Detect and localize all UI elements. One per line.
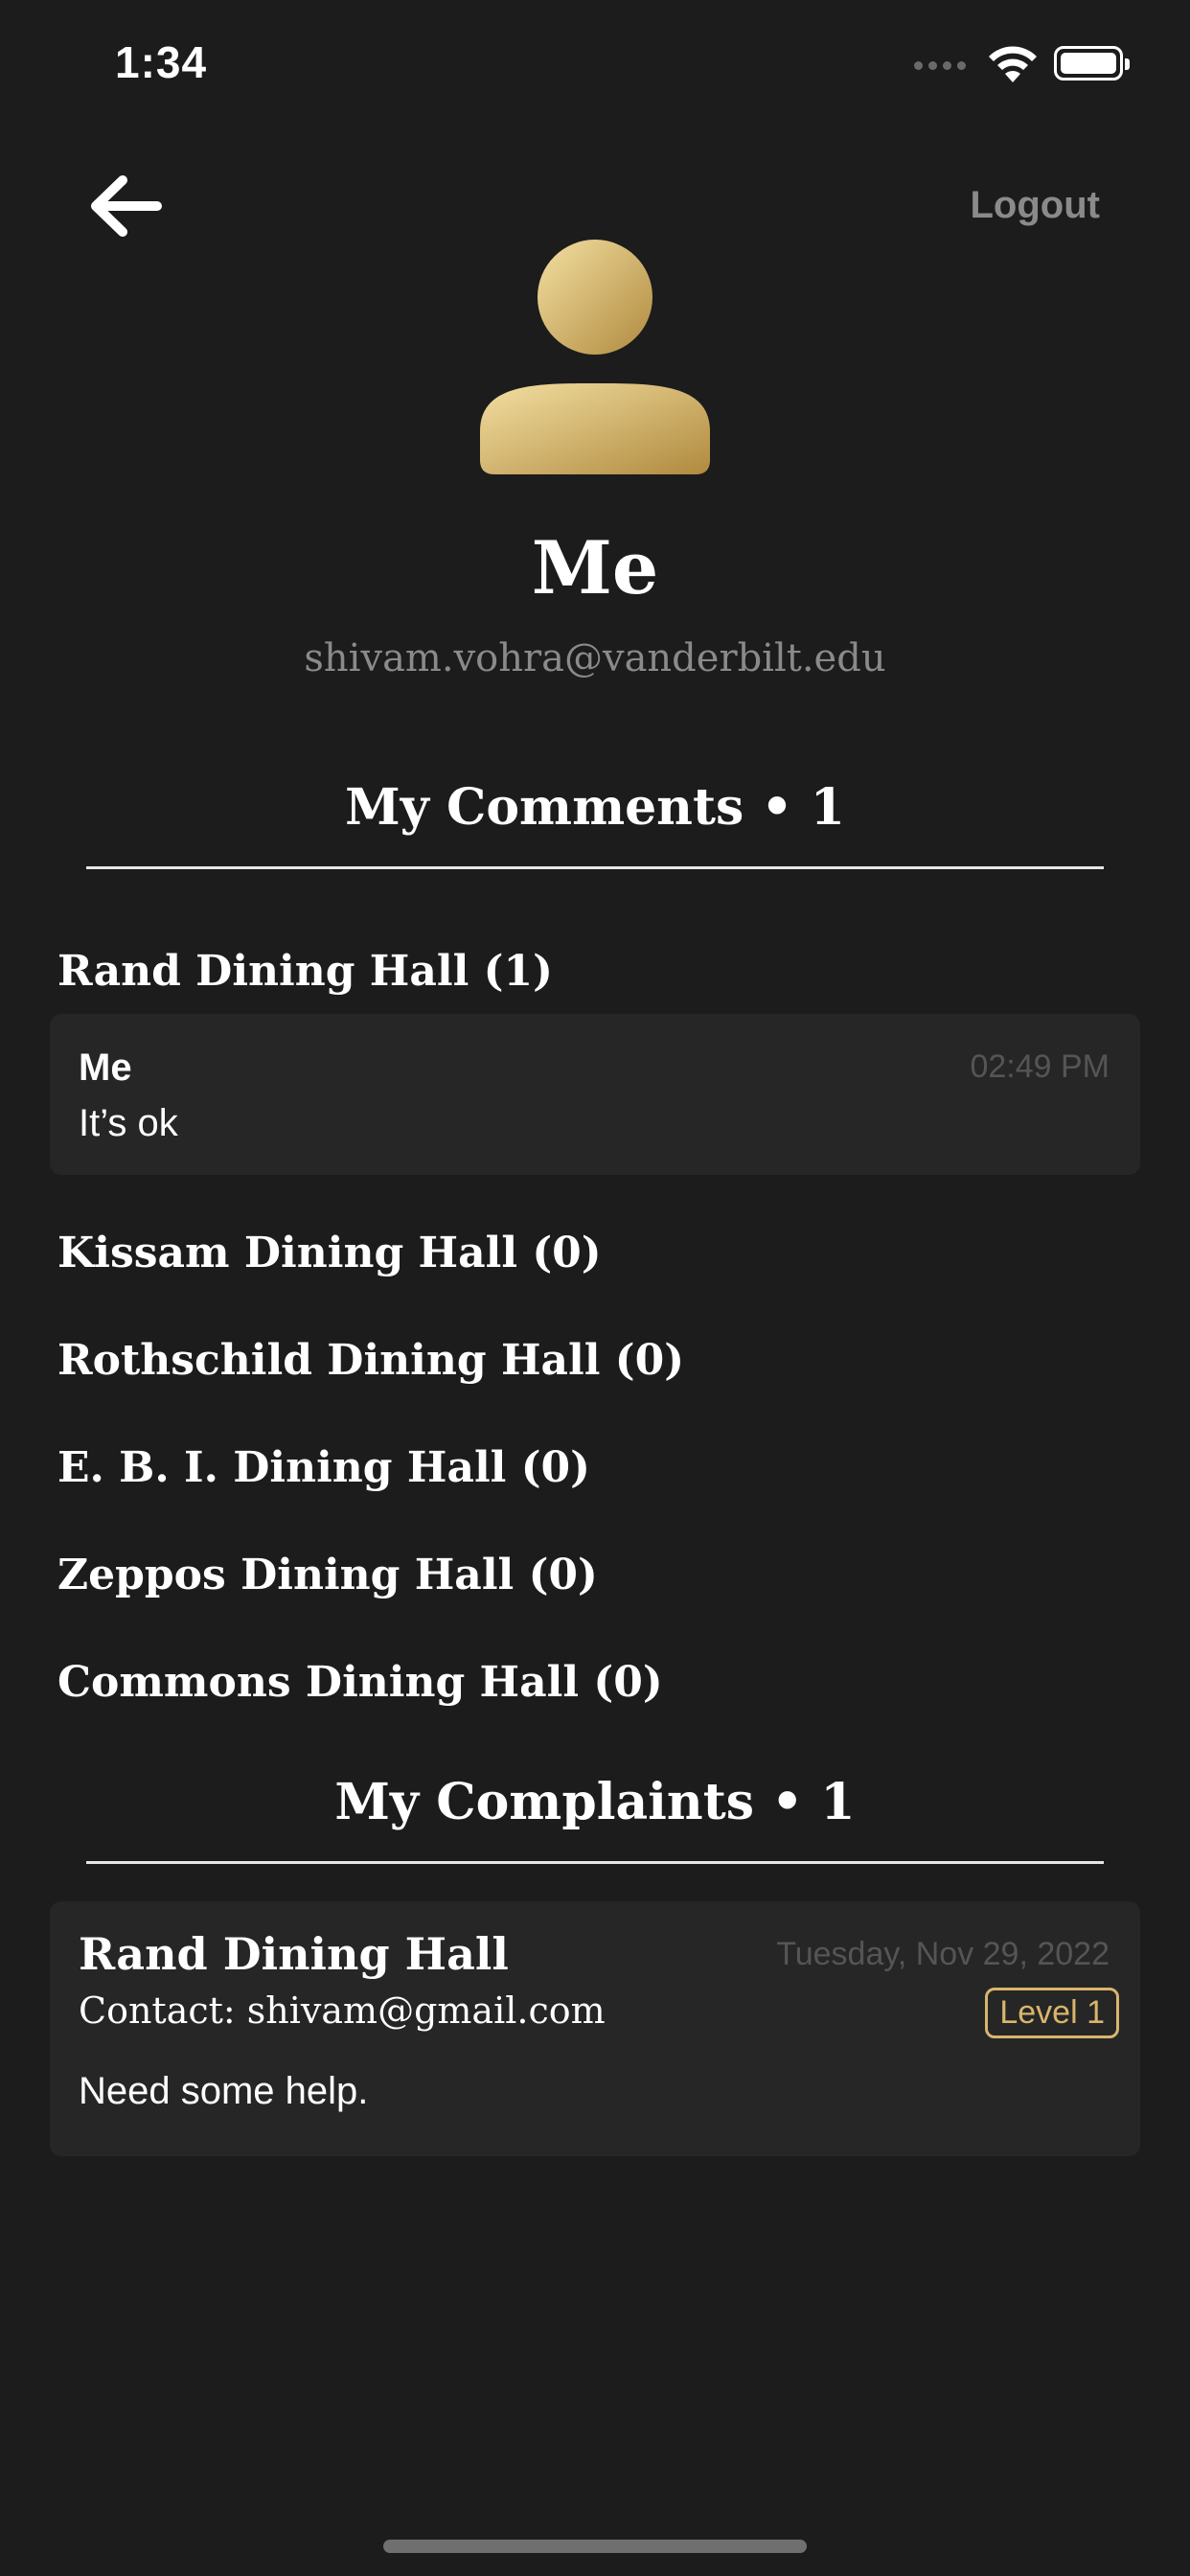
comment-text: It’s ok	[79, 1102, 178, 1144]
complaints-divider	[86, 1861, 1104, 1864]
logout-button[interactable]: Logout	[971, 184, 1101, 227]
comment-time: 02:49 PM	[970, 1048, 1110, 1085]
profile-name: Me	[531, 525, 659, 610]
arrow-left-icon[interactable]	[88, 172, 165, 240]
complaint-level-badge: Level 1	[985, 1988, 1119, 2038]
hall-title-kissam[interactable]: Kissam Dining Hall (0)	[57, 1229, 602, 1277]
complaint-card[interactable]: Rand Dining Hall Tuesday, Nov 29, 2022 C…	[50, 1901, 1140, 2156]
hall-title-ebi[interactable]: E. B. I. Dining Hall (0)	[57, 1443, 590, 1492]
hall-title-rothschild[interactable]: Rothschild Dining Hall (0)	[57, 1336, 684, 1385]
complaint-date: Tuesday, Nov 29, 2022	[776, 1936, 1110, 1972]
status-time: 1:34	[115, 37, 208, 87]
battery-icon	[1054, 46, 1130, 80]
complaints-section-title: My Complaints • 1	[334, 1773, 856, 1831]
comment-author: Me	[79, 1046, 132, 1089]
comments-section-title: My Comments • 1	[345, 778, 845, 837]
comment-card: Me 02:49 PM It’s ok	[50, 1014, 1140, 1175]
wifi-icon	[989, 46, 1037, 82]
hall-title-rand[interactable]: Rand Dining Hall (1)	[57, 947, 553, 996]
comments-divider	[86, 866, 1104, 869]
signal-icon	[914, 61, 970, 73]
hall-title-zeppos[interactable]: Zeppos Dining Hall (0)	[57, 1551, 598, 1599]
profile-email: shivam.vohra@vanderbilt.edu	[304, 636, 886, 680]
complaint-text: Need some help.	[79, 2070, 369, 2112]
home-indicator[interactable]	[383, 2540, 807, 2553]
complaint-hall: Rand Dining Hall	[79, 1928, 509, 1980]
hall-title-commons[interactable]: Commons Dining Hall (0)	[57, 1658, 663, 1707]
person-icon	[480, 240, 710, 474]
complaint-contact: Contact: shivam@gmail.com	[79, 1990, 606, 2032]
